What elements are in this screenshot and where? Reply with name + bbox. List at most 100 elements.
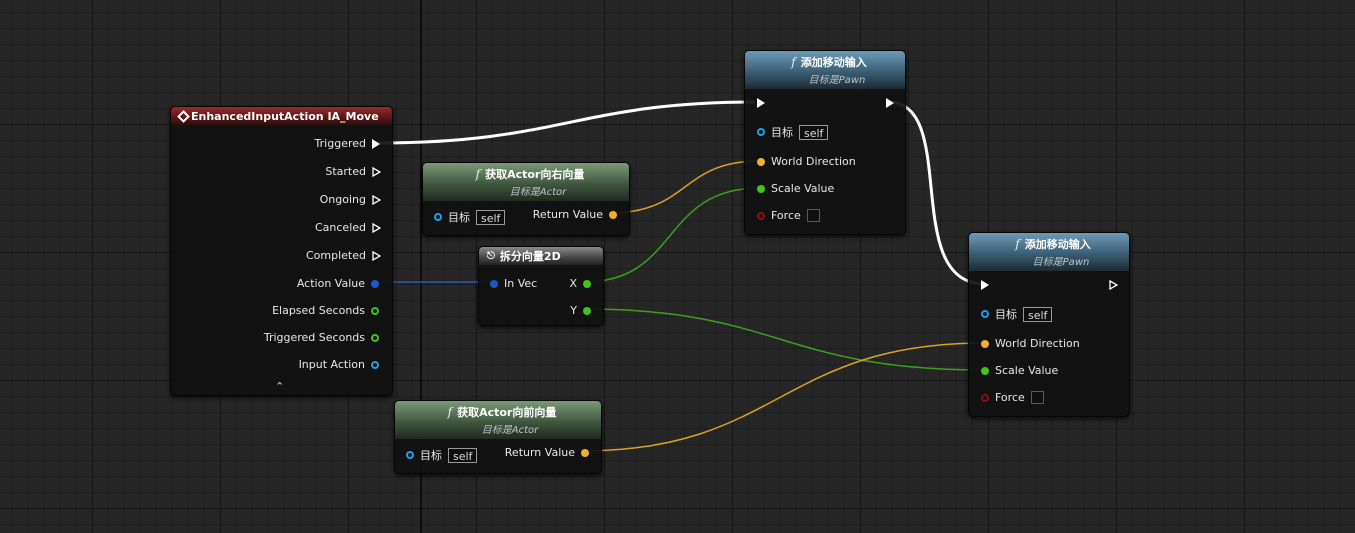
get-actor-forward-vector-node[interactable]: f 获取Actor向前向量 目标是Actor 目标 self Return Val…	[394, 400, 602, 474]
pin-label: Started	[325, 165, 366, 178]
break-vector-2d-node[interactable]: ⎋ 拆分向量2D In Vec X Y	[478, 246, 604, 326]
pin-label: Y	[570, 304, 577, 317]
vector-pin-icon[interactable]	[581, 448, 589, 457]
pin-label: 目标	[771, 126, 793, 139]
pin-label: 目标	[420, 449, 442, 462]
exec-pin-icon[interactable]	[372, 222, 381, 233]
wire-right-vector-to-world-direction	[608, 160, 761, 214]
object-pin-icon[interactable]	[981, 310, 989, 318]
exec-pin-icon[interactable]	[372, 194, 381, 205]
pin-label: World Direction	[995, 337, 1080, 350]
exec-pin-icon[interactable]	[372, 138, 380, 149]
exec-in-pin-icon[interactable]	[757, 98, 765, 108]
float-pin-icon[interactable]	[371, 306, 379, 315]
pin-input-action[interactable]: Input Action	[299, 358, 379, 371]
pin-label: Triggered Seconds	[263, 331, 365, 344]
break-vector-2d-header[interactable]: ⎋ 拆分向量2D	[479, 247, 603, 265]
pin-label: Force	[995, 391, 1025, 404]
get-actor-right-vector-header[interactable]: f 获取Actor向右向量 目标是Actor	[423, 163, 629, 201]
node-title: 添加移动输入	[1024, 238, 1091, 251]
struct-pin-icon[interactable]	[371, 279, 379, 288]
target-value-field[interactable]: self	[799, 124, 829, 140]
pin-target[interactable]: 目标 self	[406, 447, 478, 463]
pin-force[interactable]: Force	[981, 391, 1044, 404]
pin-elapsed-seconds[interactable]: Elapsed Seconds	[272, 304, 379, 317]
pin-x[interactable]: X	[569, 277, 591, 290]
node-title: 获取Actor向右向量	[485, 168, 585, 181]
float-pin-icon[interactable]	[981, 366, 989, 375]
get-actor-right-vector-node[interactable]: f 获取Actor向右向量 目标是Actor 目标 self Return Val…	[422, 162, 630, 236]
pin-return-value[interactable]: Return Value	[533, 208, 617, 221]
pin-label: Force	[771, 209, 801, 222]
object-pin-icon[interactable]	[757, 128, 765, 136]
node-title: 拆分向量2D	[499, 250, 561, 263]
pin-label: Action Value	[296, 277, 365, 290]
function-icon: f	[475, 167, 481, 181]
add-movement-input-node-2[interactable]: f 添加移动输入 目标是Pawn 目标 self World Direction …	[968, 232, 1130, 417]
exec-pin-icon[interactable]	[372, 250, 381, 261]
target-value-field[interactable]: self	[1023, 306, 1053, 322]
break-struct-icon: ⎋	[487, 250, 495, 262]
pin-scale-value[interactable]: Scale Value	[757, 182, 834, 195]
vector-pin-icon[interactable]	[757, 157, 765, 166]
pin-started[interactable]: Started	[325, 165, 381, 178]
target-value-field[interactable]: self	[448, 447, 478, 463]
struct-pin-icon[interactable]	[490, 279, 498, 288]
exec-pin-icon[interactable]	[372, 166, 381, 177]
collapse-chevron-icon[interactable]: ⌃	[275, 380, 284, 393]
add-movement-input-header[interactable]: f 添加移动输入 目标是Pawn	[969, 233, 1129, 271]
pin-ongoing[interactable]: Ongoing	[320, 193, 381, 206]
target-value-field[interactable]: self	[476, 209, 506, 225]
exec-out-pin-icon[interactable]	[886, 98, 894, 108]
get-actor-forward-vector-header[interactable]: f 获取Actor向前向量 目标是Actor	[395, 401, 601, 439]
pin-force[interactable]: Force	[757, 209, 820, 222]
pin-y[interactable]: Y	[570, 304, 591, 317]
pin-canceled[interactable]: Canceled	[315, 221, 381, 234]
add-movement-input-header[interactable]: f 添加移动输入 目标是Pawn	[745, 51, 905, 89]
pin-in-vec[interactable]: In Vec	[490, 277, 537, 290]
pin-label: 目标	[448, 211, 470, 224]
object-pin-icon[interactable]	[434, 213, 442, 221]
object-pin-icon[interactable]	[406, 451, 414, 459]
pin-label: Return Value	[504, 446, 575, 459]
function-icon: f	[447, 405, 453, 419]
vector-pin-icon[interactable]	[981, 339, 989, 348]
float-pin-icon[interactable]	[583, 279, 591, 288]
pin-action-value[interactable]: Action Value	[297, 277, 379, 290]
object-pin-icon[interactable]	[371, 360, 379, 369]
float-pin-icon[interactable]	[583, 306, 591, 315]
force-checkbox[interactable]	[1030, 391, 1044, 404]
wire-y-to-scale-value-2	[583, 308, 986, 371]
pin-target[interactable]: 目标 self	[434, 209, 506, 225]
force-checkbox[interactable]	[806, 209, 820, 222]
pin-label: Ongoing	[319, 193, 366, 206]
pin-label: Completed	[306, 249, 366, 262]
pin-world-direction[interactable]: World Direction	[981, 337, 1080, 350]
vector-pin-icon[interactable]	[609, 210, 617, 219]
pin-triggered-seconds[interactable]: Triggered Seconds	[264, 331, 379, 344]
add-movement-input-node-1[interactable]: f 添加移动输入 目标是Pawn 目标 self World Direction …	[744, 50, 906, 235]
pin-target[interactable]: 目标 self	[981, 306, 1053, 322]
pin-label: World Direction	[771, 155, 856, 168]
event-icon	[177, 109, 190, 123]
node-subtitle: 目标是Pawn	[1032, 257, 1090, 268]
bool-pin-icon[interactable]	[981, 393, 989, 402]
pin-target[interactable]: 目标 self	[757, 124, 829, 140]
pin-label: Canceled	[314, 221, 366, 234]
enhanced-input-action-node[interactable]: EnhancedInputAction IA_Move Triggered St…	[170, 106, 393, 396]
pin-scale-value[interactable]: Scale Value	[981, 364, 1058, 377]
pin-label: Input Action	[298, 358, 365, 371]
pin-label: X	[569, 277, 577, 290]
bool-pin-icon[interactable]	[757, 211, 765, 220]
pin-return-value[interactable]: Return Value	[505, 446, 589, 459]
pin-world-direction[interactable]: World Direction	[757, 155, 856, 168]
enhanced-input-action-header[interactable]: EnhancedInputAction IA_Move	[171, 107, 392, 125]
exec-out-pin-icon[interactable]	[1109, 280, 1118, 290]
float-pin-icon[interactable]	[371, 333, 379, 342]
pin-triggered[interactable]: Triggered	[315, 137, 380, 150]
wire-forward-vector-to-world-direction-2	[580, 342, 986, 452]
float-pin-icon[interactable]	[757, 184, 765, 193]
exec-in-pin-icon[interactable]	[981, 280, 989, 290]
pin-completed[interactable]: Completed	[306, 249, 381, 262]
node-title: 获取Actor向前向量	[457, 406, 557, 419]
